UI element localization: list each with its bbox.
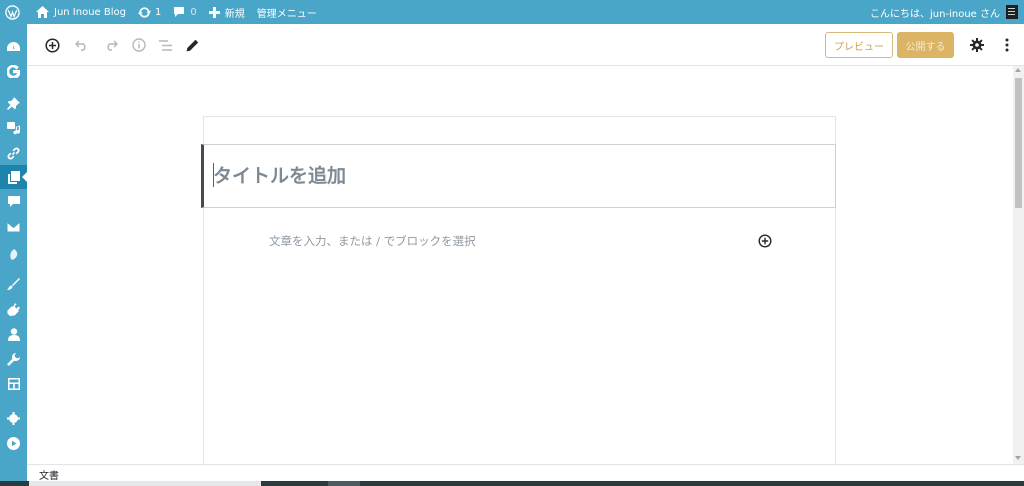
admin-sidebar bbox=[0, 24, 27, 486]
editor-toolbar: プレビュー 公開する bbox=[27, 24, 1024, 66]
comments-link[interactable]: 0 bbox=[167, 0, 202, 24]
pencil-icon bbox=[186, 39, 199, 52]
sidebar-item-comments[interactable] bbox=[0, 190, 27, 214]
post-title-input[interactable]: タイトルを追加 bbox=[213, 161, 346, 188]
list-icon bbox=[158, 39, 172, 51]
sidebar-item-appearance[interactable] bbox=[0, 272, 27, 296]
sidebar-item-dashboard[interactable] bbox=[0, 35, 27, 59]
sidebar-item-contact[interactable] bbox=[0, 215, 27, 239]
add-block-button[interactable] bbox=[42, 35, 62, 55]
preview-button[interactable]: プレビュー bbox=[825, 32, 893, 58]
paragraph-block-placeholder[interactable]: 文章を入力、または / でブロックを選択 bbox=[269, 233, 476, 249]
block-breadcrumb[interactable]: 文書 bbox=[39, 467, 59, 482]
admin-bar: Jun Inoue Blog 1 0 新規 管理メニュー こんにちは、jun-i… bbox=[0, 0, 1024, 24]
updates-icon bbox=[137, 6, 151, 19]
scroll-down-arrow-icon[interactable] bbox=[1015, 456, 1021, 460]
wordpress-logo-icon[interactable] bbox=[0, 0, 26, 24]
updates-link[interactable]: 1 bbox=[132, 0, 167, 24]
block-navigation-button[interactable] bbox=[155, 35, 175, 55]
plugin-icon bbox=[7, 302, 20, 316]
sidebar-item-pages[interactable] bbox=[0, 165, 27, 189]
media-icon bbox=[6, 121, 21, 135]
plus-circle-icon bbox=[44, 37, 60, 53]
greeting-text: こんにちは、jun-inoue さん bbox=[870, 8, 1000, 20]
avatar[interactable] bbox=[1006, 5, 1018, 19]
pin-icon bbox=[7, 96, 20, 110]
taskbar-strip bbox=[0, 481, 1024, 486]
redo-button[interactable] bbox=[101, 35, 121, 55]
updates-count: 1 bbox=[154, 6, 162, 18]
more-menu-button[interactable] bbox=[997, 35, 1017, 55]
site-name-link[interactable]: Jun Inoue Blog bbox=[30, 0, 132, 24]
leaf-icon bbox=[9, 248, 19, 260]
content-info-button[interactable] bbox=[129, 35, 149, 55]
comments-count: 0 bbox=[190, 6, 197, 18]
play-icon bbox=[7, 436, 20, 450]
comment-icon bbox=[7, 196, 20, 208]
new-content-link[interactable]: 新規 bbox=[203, 0, 251, 24]
sidebar-item-users[interactable] bbox=[0, 322, 27, 346]
info-icon bbox=[132, 38, 146, 52]
admin-menu-link[interactable]: 管理メニュー bbox=[251, 0, 323, 24]
pages-icon bbox=[7, 170, 20, 184]
redo-icon bbox=[104, 39, 118, 51]
edit-mode-button[interactable] bbox=[182, 35, 202, 55]
my-account[interactable]: こんにちは、jun-inoue さん bbox=[870, 5, 1024, 20]
inline-add-block-button[interactable] bbox=[757, 233, 773, 249]
home-icon bbox=[36, 6, 49, 18]
plus-circle-icon bbox=[758, 234, 772, 248]
sidebar-item-posts[interactable] bbox=[0, 91, 27, 115]
admin-menu-label: 管理メニュー bbox=[256, 8, 317, 20]
dashboard-icon bbox=[7, 41, 20, 53]
scrollbar-thumb[interactable] bbox=[1015, 78, 1022, 208]
user-icon bbox=[7, 327, 20, 341]
plus-icon bbox=[208, 6, 220, 18]
sidebar-item-settings-grid[interactable] bbox=[0, 372, 27, 396]
scroll-up-arrow-icon[interactable] bbox=[1015, 68, 1021, 72]
brush-icon bbox=[7, 277, 20, 291]
google-icon bbox=[7, 64, 20, 78]
sidebar-item-google[interactable] bbox=[0, 59, 27, 83]
undo-icon bbox=[75, 39, 89, 51]
sidebar-item-tools[interactable] bbox=[0, 347, 27, 371]
new-label: 新規 bbox=[224, 8, 245, 20]
settings-button[interactable] bbox=[967, 35, 987, 55]
sidebar-item-plugin-leaf[interactable] bbox=[0, 242, 27, 266]
sidebar-item-media[interactable] bbox=[0, 116, 27, 140]
more-vertical-icon bbox=[1005, 38, 1009, 52]
sidebar-item-plugins[interactable] bbox=[0, 297, 27, 321]
gear-icon bbox=[7, 411, 20, 425]
mail-icon bbox=[7, 222, 20, 232]
sidebar-item-settings[interactable] bbox=[0, 406, 27, 430]
wrench-icon bbox=[7, 352, 20, 366]
publish-button[interactable]: 公開する bbox=[897, 32, 954, 58]
undo-button[interactable] bbox=[72, 35, 92, 55]
gear-icon bbox=[970, 38, 984, 52]
settings-grid-icon bbox=[7, 378, 20, 390]
link-icon bbox=[7, 147, 20, 160]
sidebar-item-media-player[interactable] bbox=[0, 431, 27, 455]
site-name: Jun Inoue Blog bbox=[54, 6, 126, 18]
sidebar-item-links[interactable] bbox=[0, 141, 27, 165]
comment-bubble-icon bbox=[173, 6, 185, 18]
